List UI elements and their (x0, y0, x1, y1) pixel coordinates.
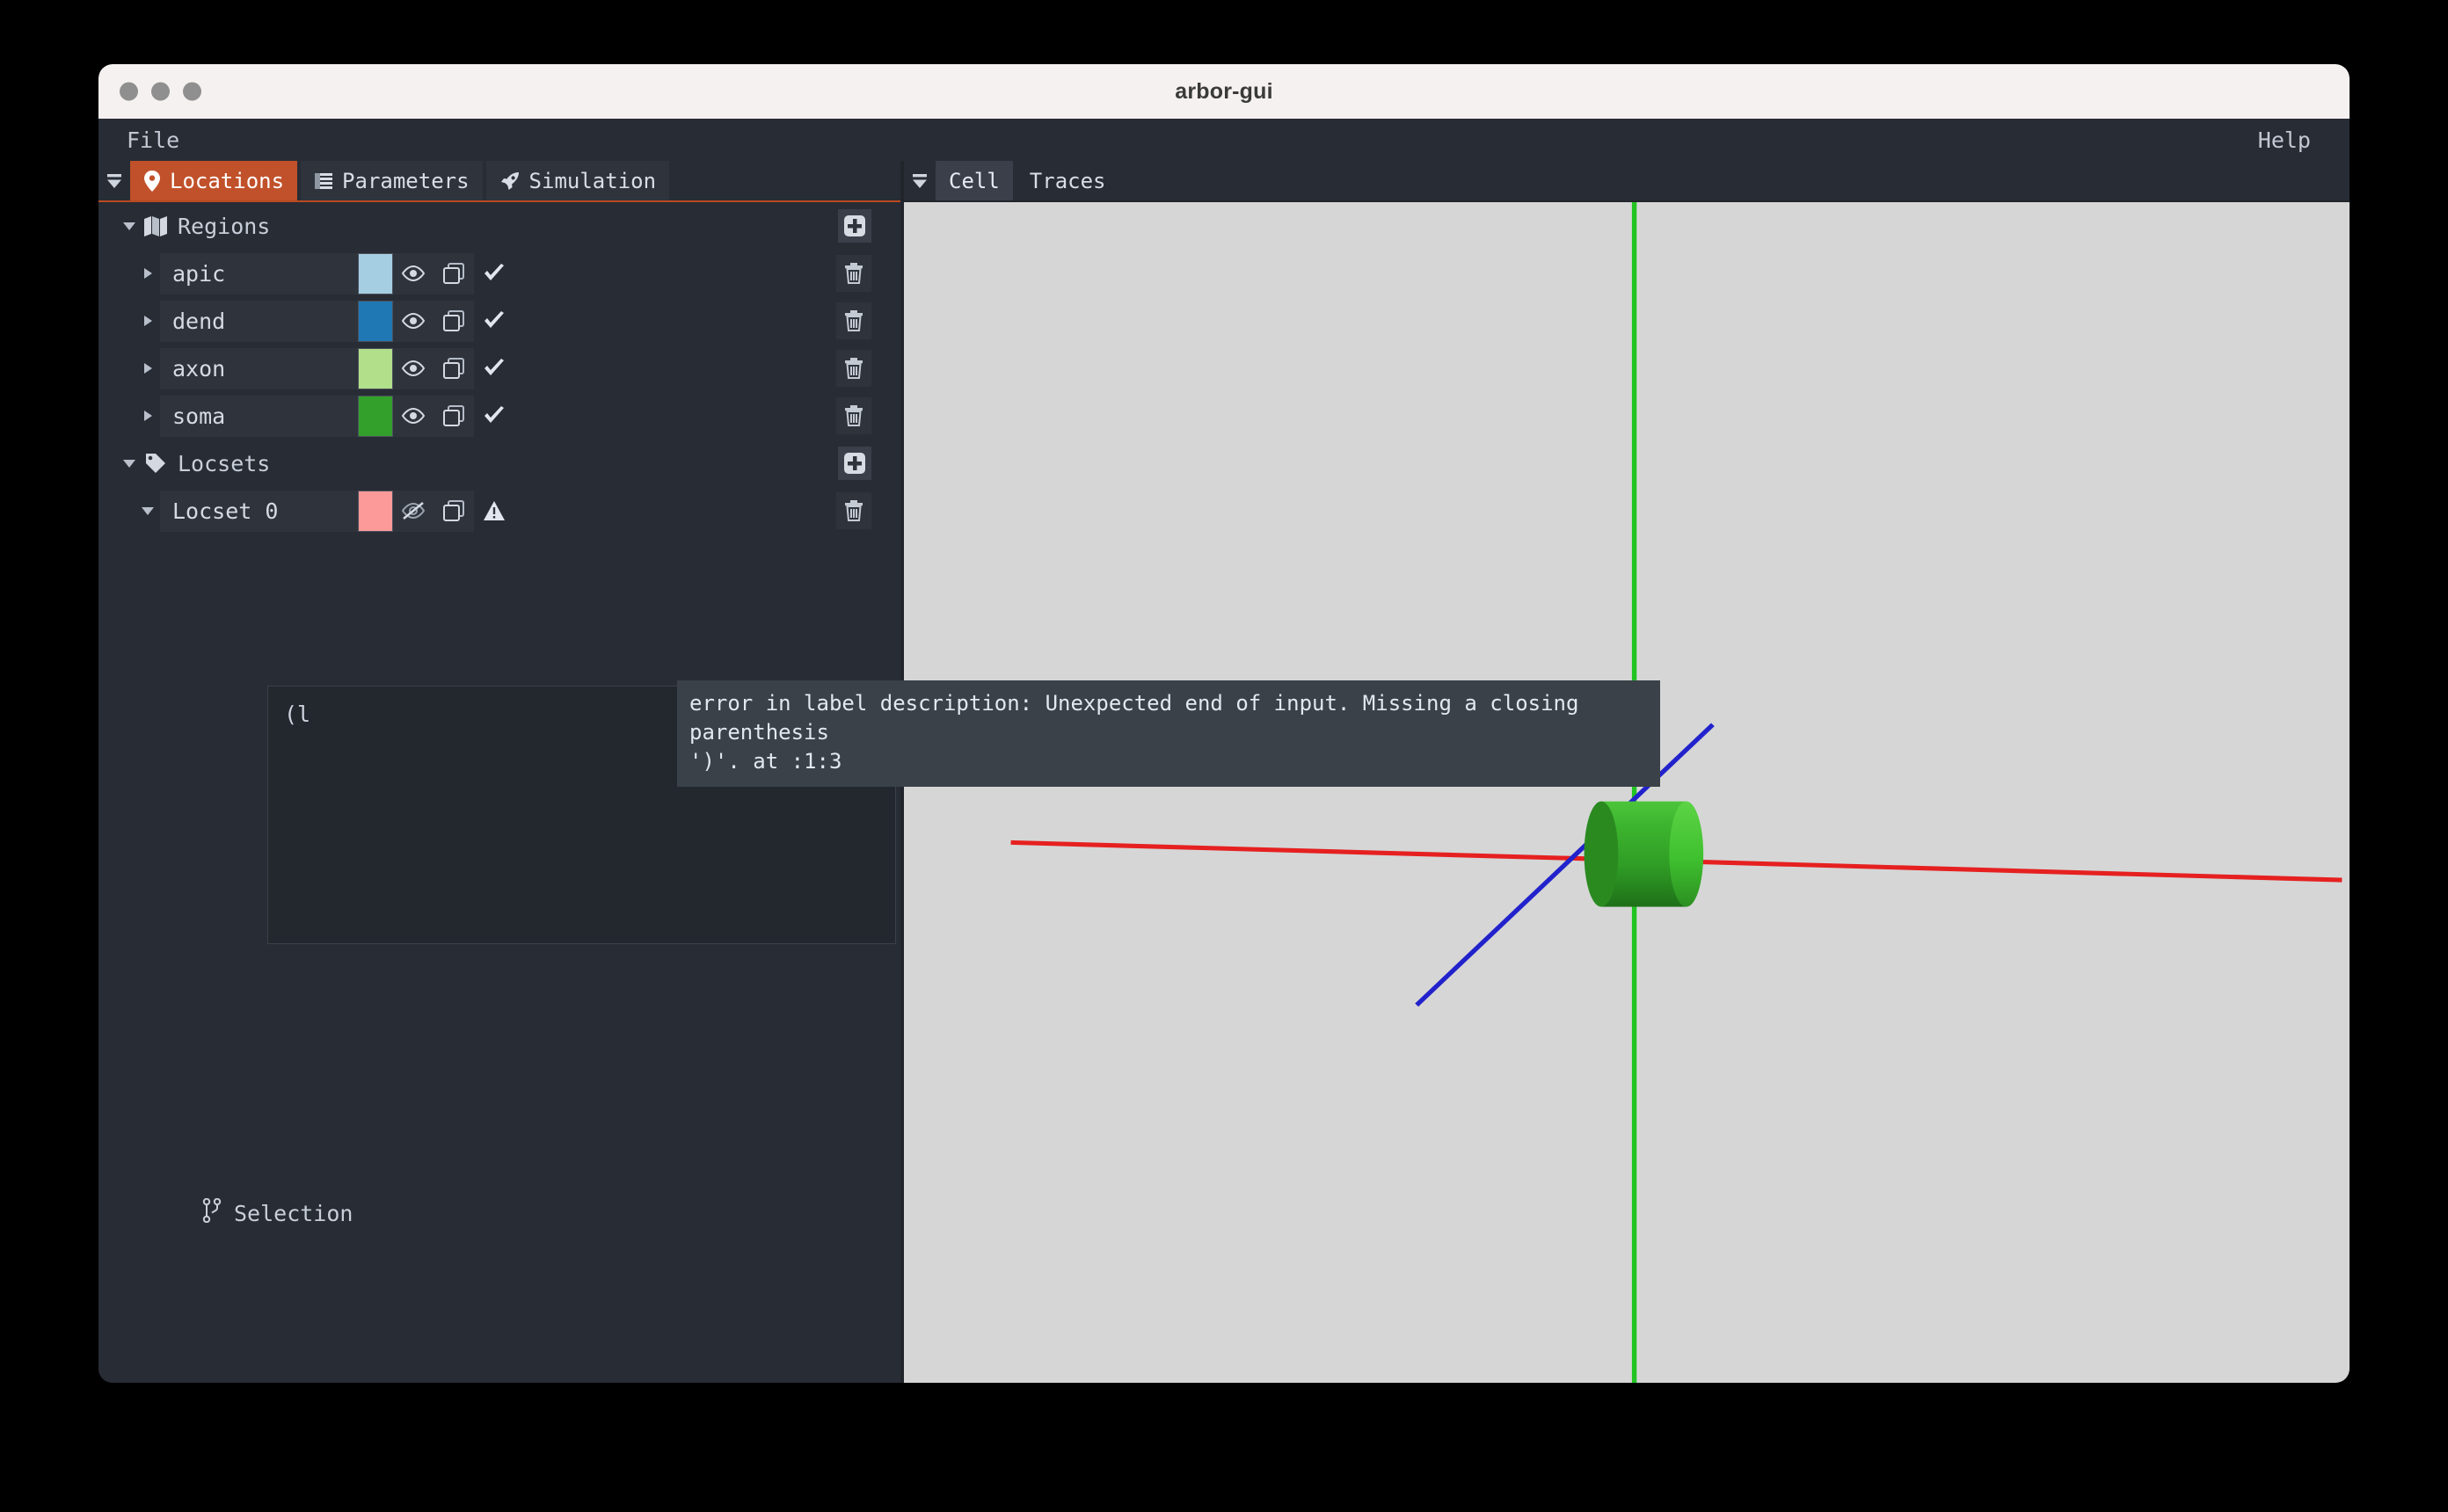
left-panel: Locations Parameters Simulation Regions … (98, 161, 1660, 1383)
locset-0-name[interactable]: Locset 0 (160, 490, 358, 532)
locset-0-expand-caret[interactable] (135, 503, 160, 519)
copy-icon[interactable] (434, 347, 474, 389)
region-dend-expand-caret[interactable] (135, 314, 160, 328)
tab-parameters[interactable]: Parameters (301, 161, 483, 200)
locset-0-color-swatch[interactable] (358, 490, 393, 532)
right-panel: Cell Traces (904, 161, 2350, 1383)
delete-region-dend-button[interactable] (836, 302, 871, 339)
eye-slash-icon[interactable] (393, 490, 434, 532)
tab-cell-label: Cell (949, 168, 1000, 193)
region-soma-name[interactable]: soma (160, 395, 358, 437)
delete-region-apic-button[interactable] (836, 255, 871, 292)
region-soma-color-swatch[interactable] (358, 395, 393, 437)
title-bar: arbor-gui (98, 64, 2350, 119)
region-axon-expand-caret[interactable] (135, 361, 160, 375)
regions-header[interactable]: Regions (98, 202, 900, 250)
add-locset-button[interactable] (838, 447, 871, 480)
copy-icon[interactable] (434, 300, 474, 342)
region-row-soma[interactable]: soma (98, 392, 900, 440)
eye-icon[interactable] (393, 300, 434, 342)
map-icon (141, 215, 171, 236)
tab-traces[interactable]: Traces (1016, 161, 1119, 200)
window-title: arbor-gui (1175, 78, 1273, 104)
region-row-dend[interactable]: dend (98, 297, 900, 345)
check-icon (474, 396, 514, 437)
viewport-tabbar: Cell Traces (904, 161, 2350, 202)
check-icon (474, 348, 514, 389)
region-apic-expand-caret[interactable] (135, 266, 160, 280)
locsets-section: Locsets Locset 0 (98, 440, 900, 534)
tab-traces-label: Traces (1029, 168, 1106, 193)
branch-icon (202, 1197, 222, 1228)
locset-row-0[interactable]: Locset 0 (98, 487, 900, 534)
copy-icon[interactable] (434, 252, 474, 294)
locations-tabbar: Locations Parameters Simulation (98, 161, 900, 202)
tab-simulation[interactable]: Simulation (485, 161, 670, 200)
menu-bar: File Help (98, 119, 2350, 161)
region-apic-name[interactable]: apic (160, 252, 358, 294)
region-soma-expand-caret[interactable] (135, 409, 160, 423)
tab-simulation-label: Simulation (528, 168, 657, 193)
region-row-apic[interactable]: apic (98, 250, 900, 297)
tab-list-dropdown-icon[interactable] (98, 161, 130, 200)
application-window: arbor-gui File Help Locations Parameters… (98, 64, 2350, 1383)
region-apic-color-swatch[interactable] (358, 252, 393, 294)
eye-icon[interactable] (393, 347, 434, 389)
delete-locset-0-button[interactable] (836, 492, 871, 529)
regions-label: Regions (178, 213, 271, 239)
viewport-tab-dropdown-icon[interactable] (904, 161, 936, 200)
delete-region-axon-button[interactable] (836, 350, 871, 387)
main-content: Locations Parameters Simulation Regions … (98, 161, 2350, 1383)
eye-icon[interactable] (393, 252, 434, 294)
selection-label: Selection (234, 1200, 353, 1226)
locsets-expand-caret[interactable] (118, 455, 141, 471)
region-axon-color-swatch[interactable] (358, 347, 393, 389)
list-icon (314, 171, 333, 191)
region-dend-name[interactable]: dend (160, 300, 358, 342)
soma-cylinder (1584, 801, 1704, 907)
menu-file[interactable]: File (121, 126, 185, 155)
traffic-light-controls (120, 82, 201, 101)
regions-section: Regions apic dend axon soma (98, 202, 900, 440)
add-region-button[interactable] (838, 209, 871, 243)
locsets-label: Locsets (178, 450, 271, 476)
tab-parameters-label: Parameters (342, 168, 470, 193)
copy-icon[interactable] (434, 395, 474, 437)
close-button[interactable] (120, 82, 138, 101)
menu-help[interactable]: Help (2253, 126, 2316, 155)
regions-expand-caret[interactable] (118, 218, 141, 234)
delete-region-soma-button[interactable] (836, 397, 871, 434)
check-icon (474, 253, 514, 294)
tab-locations-label: Locations (170, 168, 285, 193)
eye-icon[interactable] (393, 395, 434, 437)
maximize-button[interactable] (183, 82, 201, 101)
check-icon (474, 301, 514, 342)
minimize-button[interactable] (151, 82, 170, 101)
locsets-header[interactable]: Locsets (98, 440, 900, 487)
tab-locations[interactable]: Locations (130, 161, 298, 200)
locset-expression-editor[interactable] (267, 686, 896, 944)
selection-section[interactable]: Selection (202, 1197, 353, 1228)
warning-triangle-icon[interactable] (474, 491, 514, 532)
rocket-icon (499, 171, 521, 192)
map-pin-icon (143, 170, 161, 192)
cell-3d-viewport[interactable] (904, 202, 2350, 1383)
tag-icon (141, 452, 171, 475)
tab-cell[interactable]: Cell (936, 161, 1013, 200)
copy-icon[interactable] (434, 490, 474, 532)
region-axon-name[interactable]: axon (160, 347, 358, 389)
region-dend-color-swatch[interactable] (358, 300, 393, 342)
region-row-axon[interactable]: axon (98, 345, 900, 392)
